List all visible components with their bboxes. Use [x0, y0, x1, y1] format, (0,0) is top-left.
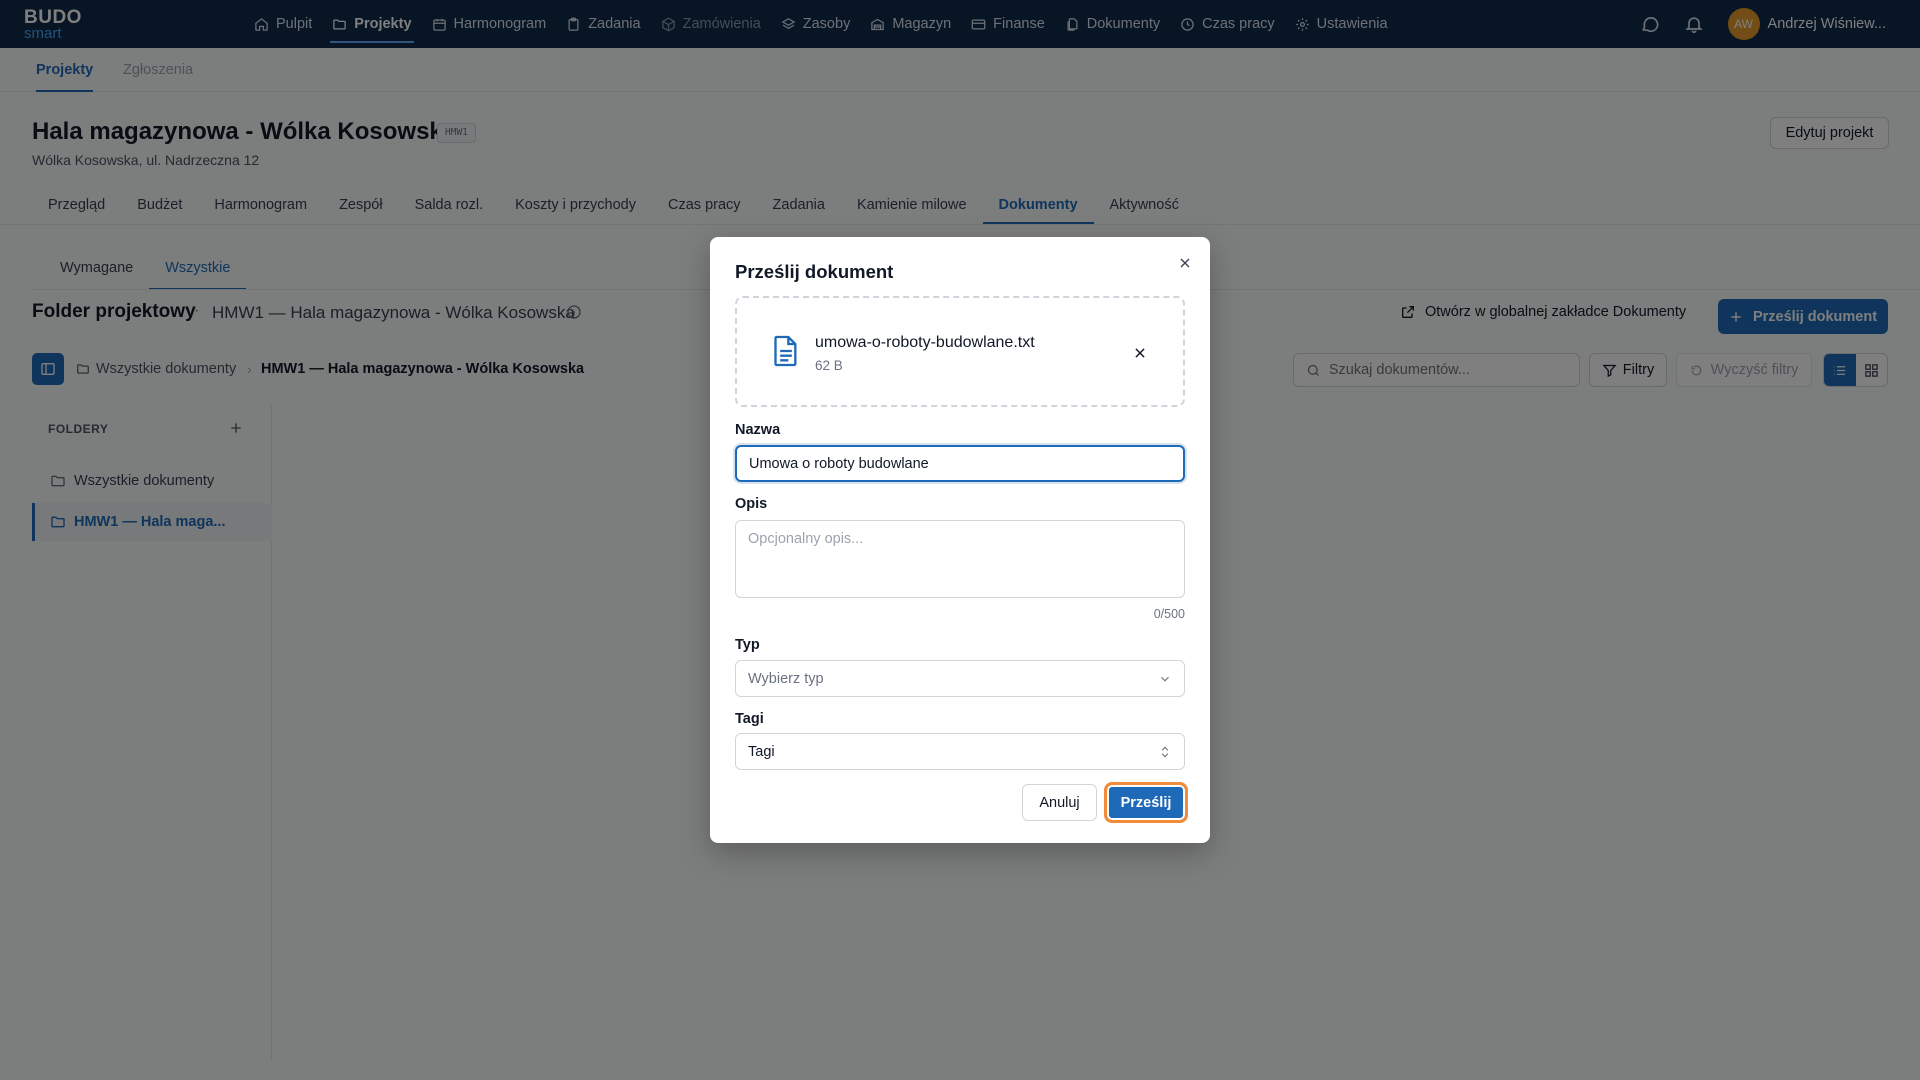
file-text-icon	[774, 335, 797, 367]
file-dropzone[interactable]: umowa-o-roboty-budowlane.txt 62 B	[735, 296, 1185, 407]
name-input[interactable]	[735, 445, 1185, 482]
file-size: 62 B	[815, 358, 843, 373]
cancel-button[interactable]: Anuluj	[1022, 784, 1097, 821]
dialog-title: Prześlij dokument	[735, 261, 894, 282]
chevrons-up-down-icon	[1161, 746, 1169, 758]
tags-select-value: Tagi	[748, 743, 775, 760]
close-icon[interactable]	[1177, 255, 1193, 271]
type-select[interactable]: Wybierz typ	[735, 660, 1185, 697]
description-textarea[interactable]	[735, 520, 1185, 598]
description-label: Opis	[735, 496, 768, 512]
type-select-value: Wybierz typ	[748, 670, 824, 687]
name-label: Nazwa	[735, 422, 781, 438]
chevron-down-icon	[1161, 676, 1169, 682]
type-label: Typ	[735, 637, 760, 653]
tags-select[interactable]: Tagi	[735, 733, 1185, 770]
submit-button[interactable]: Prześlij	[1104, 782, 1188, 823]
file-name: umowa-o-roboty-budowlane.txt	[815, 334, 1035, 351]
tags-label: Tagi	[735, 711, 764, 727]
remove-file-icon[interactable]	[1133, 346, 1147, 360]
upload-document-dialog: Prześlij dokument umowa-o-roboty-budowla…	[710, 237, 1210, 843]
description-counter: 0/500	[1153, 607, 1185, 621]
